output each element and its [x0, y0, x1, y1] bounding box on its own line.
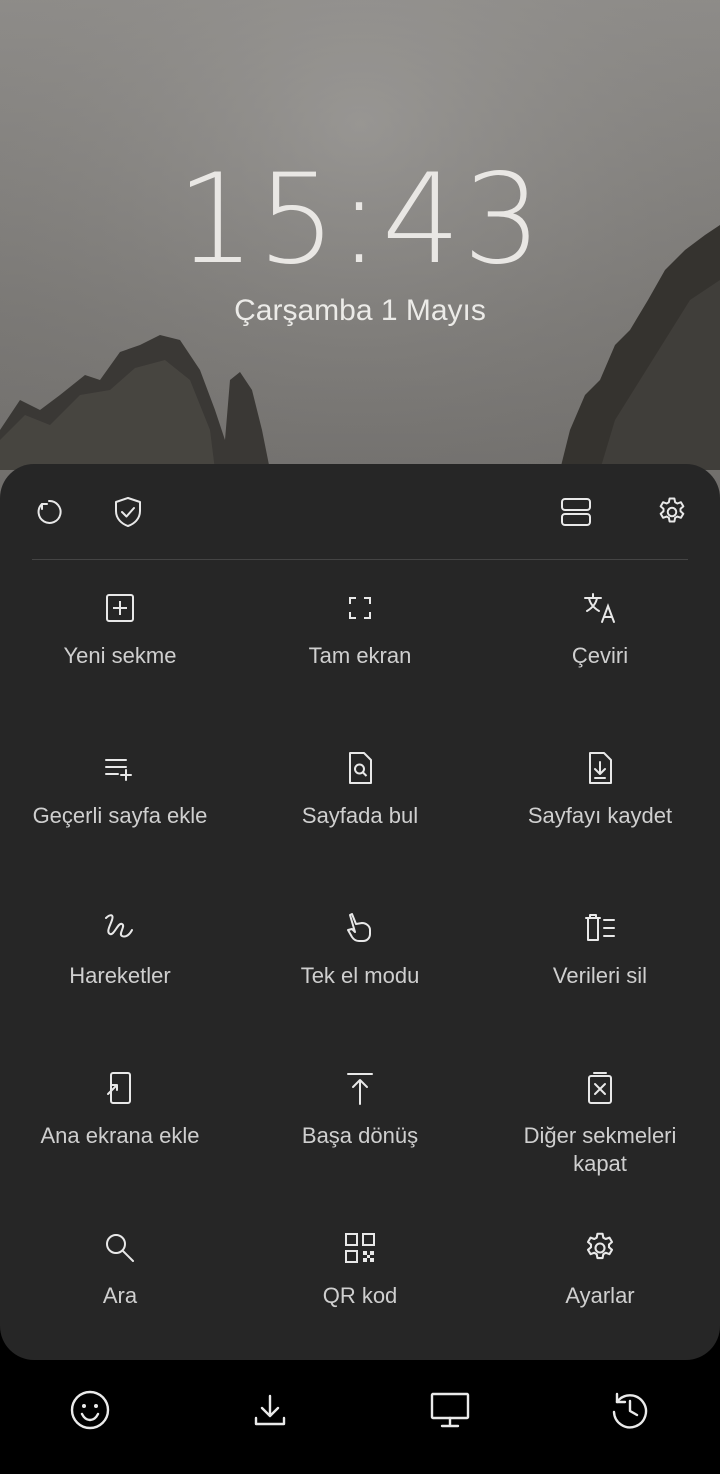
menu-item-find-in-page[interactable]: Sayfada bul [240, 750, 480, 830]
menu-item-translate[interactable]: Çeviri [480, 590, 720, 670]
menu-item-label: Tam ekran [308, 643, 412, 668]
menu-item-label: Sayfada bul [301, 803, 419, 828]
menu-item-label: Ana ekrana ekle [40, 1123, 200, 1148]
menu-item-label: Diğer sekmeleri kapat [523, 1123, 677, 1176]
menu-item-label: Geçerli sayfa ekle [32, 803, 208, 828]
menu-item-label: QR kod [322, 1283, 398, 1308]
bottom-navigation-bar [0, 1360, 720, 1474]
add-home-icon [107, 1072, 131, 1104]
layout-icon[interactable] [554, 490, 598, 534]
menu-item-search[interactable]: Ara [0, 1230, 240, 1310]
menu-item-close-other-tabs[interactable]: Diğer sekmeleri kapat [480, 1070, 720, 1178]
menu-item-one-hand-mode[interactable]: Tek el modu [240, 910, 480, 990]
find-in-page-icon [349, 752, 372, 784]
close-tabs-icon [588, 1072, 612, 1104]
translate-icon [584, 593, 615, 623]
menu-item-delete-data[interactable]: Verileri sil [480, 910, 720, 990]
menu-item-new-tab[interactable]: Yeni sekme [0, 590, 240, 670]
desktop-icon[interactable] [426, 1386, 474, 1434]
settings-icon [586, 1232, 614, 1260]
menu-item-fullscreen[interactable]: Tam ekran [240, 590, 480, 670]
menu-item-gestures[interactable]: Hareketler [0, 910, 240, 990]
gesture-icon [105, 914, 133, 938]
menu-item-settings[interactable]: Ayarlar [480, 1230, 720, 1310]
shield-check-icon[interactable] [106, 490, 150, 534]
lockscreen-clock: 15:43 [176, 148, 544, 292]
fullscreen-icon [349, 597, 371, 619]
menu-item-label: Ayarlar [565, 1283, 635, 1308]
qr-code-icon [345, 1233, 375, 1263]
menu-item-label: Tek el modu [300, 963, 420, 988]
save-page-icon [589, 752, 612, 784]
menu-item-label: Sayfayı kaydet [527, 803, 673, 828]
download-icon[interactable] [246, 1386, 294, 1434]
refresh-icon[interactable] [26, 490, 70, 534]
menu-item-save-page[interactable]: Sayfayı kaydet [480, 750, 720, 830]
history-icon[interactable] [606, 1386, 654, 1434]
menu-item-add-current-page[interactable]: Geçerli sayfa ekle [0, 750, 240, 830]
delete-data-icon [585, 914, 615, 941]
toolbar-divider [32, 559, 688, 560]
emoji-icon[interactable] [66, 1386, 114, 1434]
menu-item-label: Hareketler [69, 963, 171, 988]
menu-item-label: Ara [102, 1283, 138, 1308]
new-tab-icon [106, 594, 134, 622]
browser-menu-panel: Yeni sekme Tam ekran Çeviri Geçerli sayf… [0, 464, 720, 1360]
one-hand-icon [347, 913, 371, 942]
add-list-icon [105, 759, 132, 781]
menu-item-label: Başa dönüş [301, 1123, 419, 1148]
menu-item-label: Çeviri [571, 643, 629, 668]
gear-icon[interactable] [650, 490, 694, 534]
back-to-top-icon [347, 1073, 373, 1105]
lockscreen-date: Çarşamba 1 Mayıs [234, 294, 486, 327]
menu-item-back-to-top[interactable]: Başa dönüş [240, 1070, 480, 1150]
menu-item-label: Yeni sekme [63, 643, 177, 668]
search-icon [106, 1234, 134, 1262]
menu-item-qr-code[interactable]: QR kod [240, 1230, 480, 1310]
menu-item-label: Verileri sil [552, 963, 648, 988]
menu-item-add-to-home[interactable]: Ana ekrana ekle [0, 1070, 240, 1150]
